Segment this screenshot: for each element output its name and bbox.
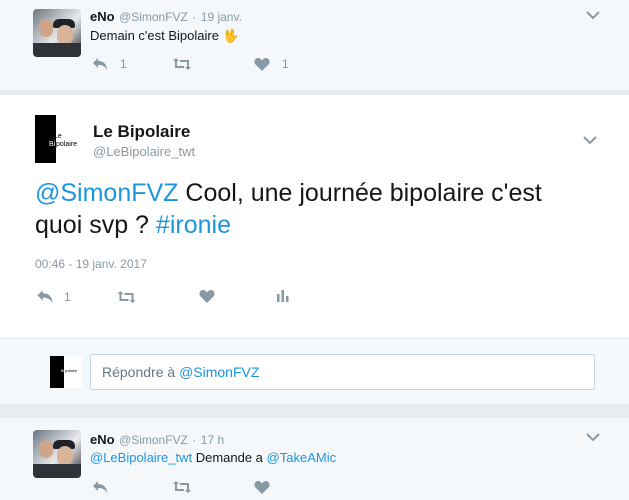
reply-icon <box>93 481 107 493</box>
tweet-text: @SimonFVZ Cool, une journée bipolaire c'… <box>35 177 595 241</box>
author-name[interactable]: eNo <box>90 432 115 447</box>
like-button[interactable]: 1 <box>254 57 289 71</box>
tweet-date[interactable]: 17 h <box>201 433 224 447</box>
analytics-icon <box>277 290 289 302</box>
tweet-date[interactable]: 19 janv. <box>201 10 242 24</box>
retweet-icon <box>173 481 191 493</box>
reply-input[interactable]: Répondre à @SimonFVZ <box>90 354 595 390</box>
tweet-timestamp[interactable]: 00:46 - 19 janv. 2017 <box>35 257 147 271</box>
chevron-down-icon[interactable] <box>586 10 600 20</box>
avatar[interactable] <box>33 9 81 57</box>
retweet-button[interactable] <box>116 290 137 304</box>
author-name[interactable]: eNo <box>90 9 115 24</box>
avatar-text: Le <box>54 133 62 140</box>
vulcan-salute-emoji: 🖖 <box>222 28 239 43</box>
reply-placeholder: Répondre à <box>102 364 180 380</box>
avatar-text: polaire <box>56 141 78 148</box>
reply-count: 1 <box>64 289 71 304</box>
hashtag-link[interactable]: #ironie <box>156 211 231 239</box>
heart-icon <box>199 290 215 303</box>
avatar: Bi polaire <box>50 356 82 388</box>
tweet-text: Demande a <box>192 450 267 465</box>
analytics-button[interactable] <box>276 288 290 302</box>
avatar[interactable] <box>33 430 81 478</box>
like-button[interactable] <box>254 480 270 494</box>
main-tweet: Le Bi polaire Le Bipolaire @LeBipolaire_… <box>0 95 629 338</box>
retweet-icon <box>117 291 136 303</box>
avatar-text: Bi <box>49 141 56 148</box>
like-button[interactable] <box>199 289 215 303</box>
mention-link[interactable]: @SimonFVZ <box>35 179 178 207</box>
heart-icon <box>254 481 270 494</box>
reply-mention: @SimonFVZ <box>179 364 260 380</box>
next-tweet[interactable]: eNo @SimonFVZ · 17 h @LeBipolaire_twt De… <box>0 417 629 500</box>
reply-button[interactable]: 1 <box>92 57 127 71</box>
chevron-down-icon[interactable] <box>586 432 600 442</box>
heart-icon <box>254 58 270 71</box>
reply-count: 1 <box>120 57 127 71</box>
mention-link[interactable]: @LeBipolaire_twt <box>90 450 192 465</box>
reply-button[interactable] <box>92 480 108 494</box>
mention-link[interactable]: @TakeAMic <box>267 450 337 465</box>
like-count: 1 <box>282 57 289 71</box>
author-handle[interactable]: @SimonFVZ <box>119 10 188 24</box>
retweet-icon <box>173 58 191 70</box>
previous-tweet[interactable]: eNo @SimonFVZ · 19 janv. Demain c'est Bi… <box>0 0 629 90</box>
retweet-button[interactable] <box>172 480 192 494</box>
avatar[interactable]: Le Bi polaire <box>35 115 83 163</box>
separator: · <box>192 433 197 447</box>
separator: · <box>192 10 197 24</box>
tweet-text: Demain c'est Bipolaire <box>90 28 219 43</box>
author-handle[interactable]: @SimonFVZ <box>119 433 188 447</box>
reply-icon <box>37 290 53 303</box>
reply-button[interactable]: 1 <box>36 289 71 304</box>
retweet-button[interactable] <box>172 57 192 71</box>
avatar-text: polaire <box>65 368 78 373</box>
reply-icon <box>93 58 107 70</box>
author-name[interactable]: Le Bipolaire <box>93 122 190 142</box>
author-handle[interactable]: @LeBipolaire_twt <box>93 144 195 159</box>
chevron-down-icon[interactable] <box>583 135 597 145</box>
